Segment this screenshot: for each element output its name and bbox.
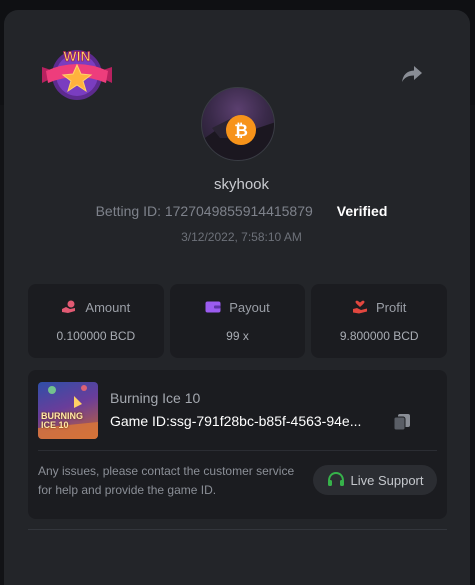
live-support-label: Live Support (350, 472, 424, 488)
stat-amount: Amount 0.100000 BCD (28, 284, 164, 358)
stat-profit-value: 9.800000 BCD (339, 328, 419, 343)
stat-payout: Payout 99 x (169, 284, 306, 358)
win-badge-text: WIN (63, 48, 90, 64)
copy-icon (393, 414, 410, 431)
share-button[interactable] (398, 62, 426, 86)
bet-details-modal: WIN ₿ skyhook Betting ID: 17270498559144… (4, 10, 470, 585)
headset-icon (327, 472, 344, 486)
username: skyhook (213, 176, 270, 193)
wallet-icon (205, 301, 221, 313)
hand-coins-icon (62, 300, 76, 313)
hand-heart-icon (353, 300, 367, 314)
betting-id-row: Betting ID: 1727049855914415879 Verified (4, 203, 475, 219)
copy-button[interactable] (393, 413, 411, 431)
verified-badge: Verified (336, 203, 388, 219)
stat-payout-value: 99 x (226, 328, 249, 343)
bottom-divider (28, 529, 447, 530)
stat-amount-label: Amount (85, 299, 131, 315)
avatar: ₿ (201, 87, 275, 161)
game-thumbnail-text: BURNING ICE 10 (41, 411, 83, 430)
game-thumbnail[interactable]: BURNING ICE 10 (38, 382, 98, 439)
game-id: Game ID:ssg-791f28bc-b85f-4563-94e... (110, 413, 362, 429)
support-message: Any issues, please contact the customer … (38, 464, 295, 497)
bet-timestamp: 3/12/2022, 7:58:10 AM (181, 230, 302, 244)
bet-stats: Amount 0.100000 BCD Payout 99 x Profit 9… (28, 284, 448, 358)
stat-profit-label: Profit (376, 299, 407, 315)
stat-payout-label: Payout (229, 299, 270, 315)
live-support-button[interactable]: Live Support (313, 465, 437, 495)
stat-profit: Profit 9.800000 BCD (311, 284, 448, 358)
game-card: BURNING ICE 10 Burning Ice 10 Game ID:ssg… (28, 370, 447, 519)
share-icon (402, 66, 422, 82)
stat-amount-value: 0.100000 BCD (56, 328, 136, 343)
game-title: Burning Ice 10 (110, 390, 201, 406)
bitcoin-icon: ₿ (234, 121, 248, 141)
betting-id: Betting ID: 1727049855914415879 (95, 203, 313, 219)
divider (38, 450, 437, 451)
win-badge: WIN (40, 45, 114, 103)
